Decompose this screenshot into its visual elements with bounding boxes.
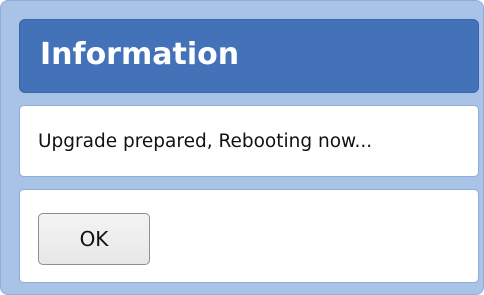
- dialog-title-bar: Information: [19, 19, 479, 93]
- message-panel: Upgrade prepared, Rebooting now...: [19, 105, 479, 177]
- information-dialog: Information Upgrade prepared, Rebooting …: [0, 0, 484, 295]
- ok-button[interactable]: OK: [38, 213, 150, 265]
- button-panel: OK: [19, 189, 479, 283]
- dialog-message: Upgrade prepared, Rebooting now...: [38, 131, 373, 152]
- dialog-title: Information: [40, 37, 240, 72]
